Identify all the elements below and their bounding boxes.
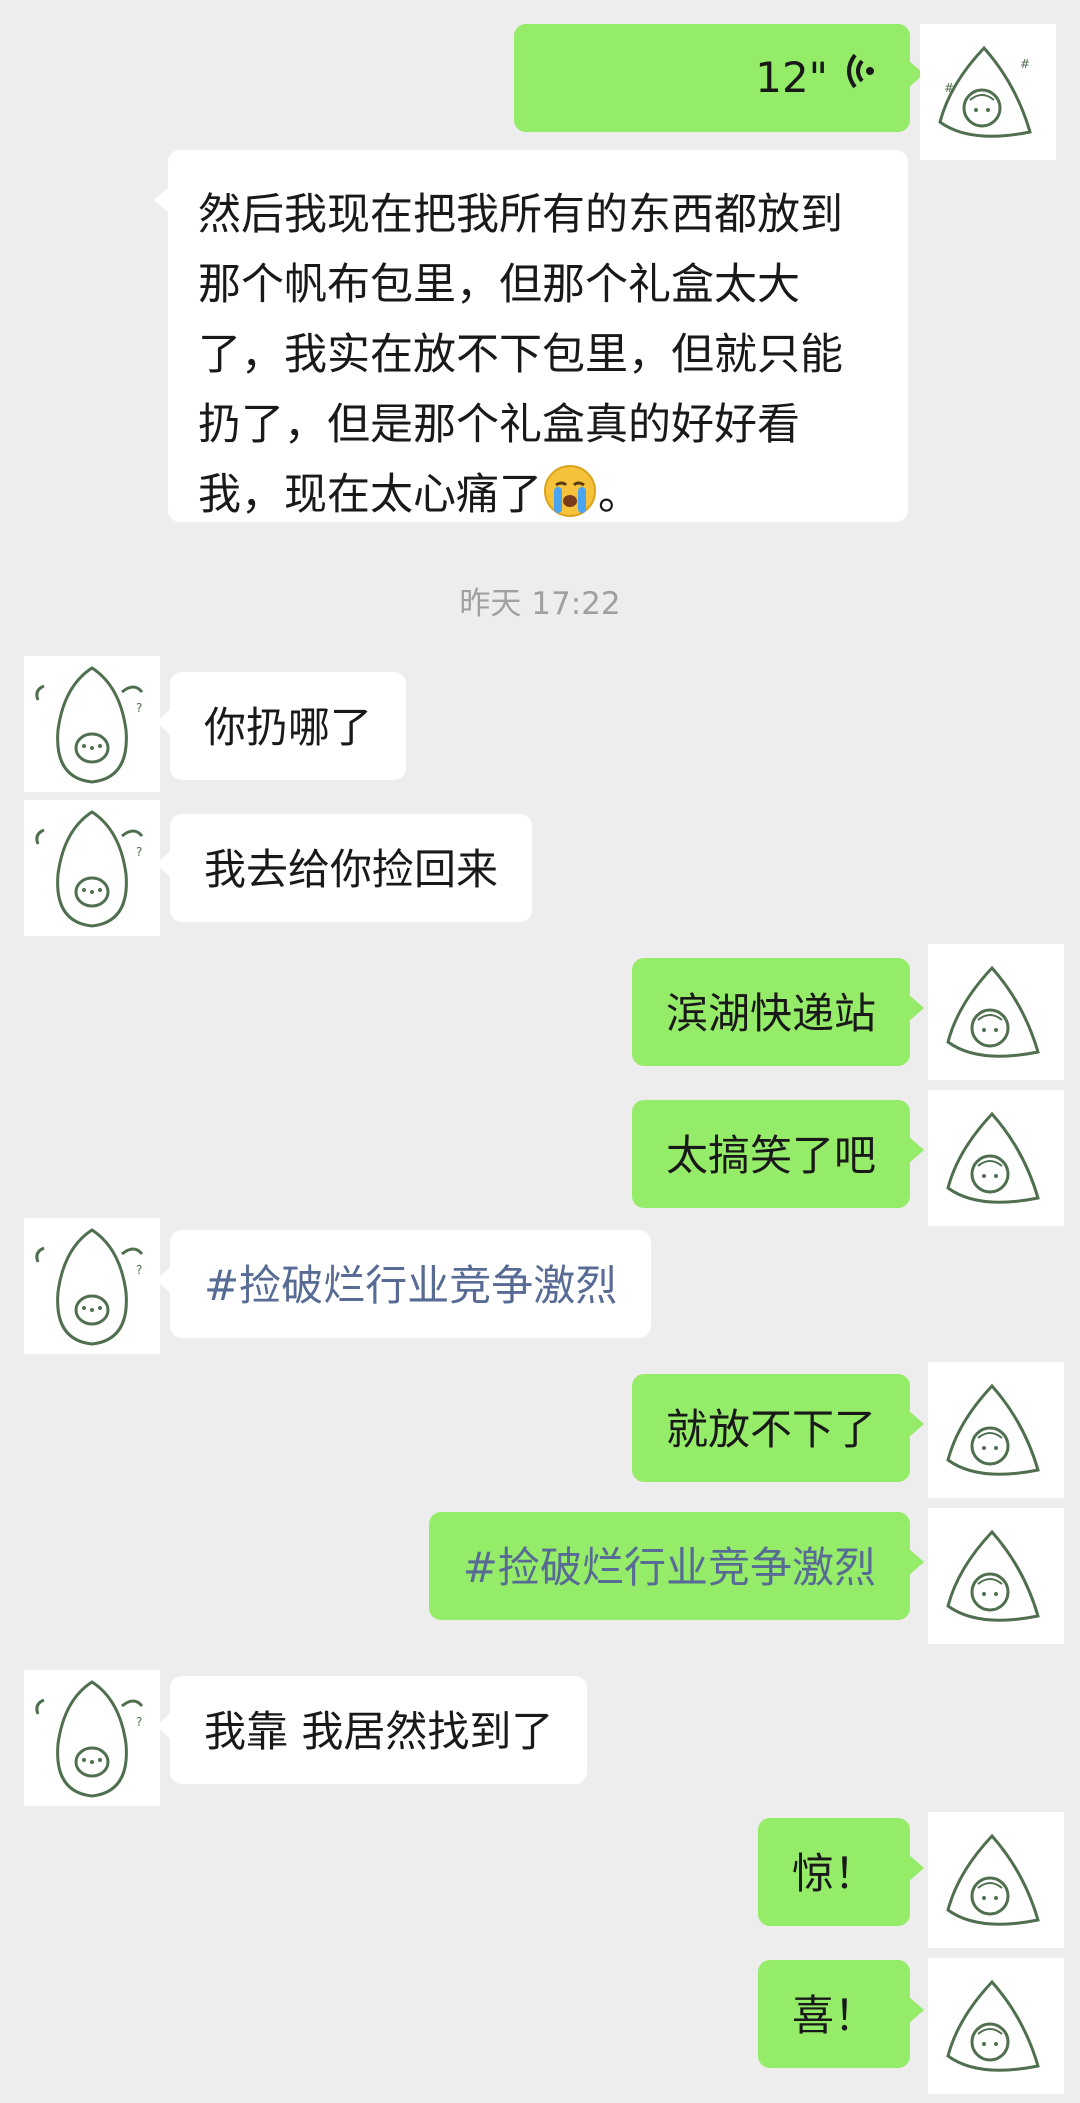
girl-hood-avatar-icon (946, 1529, 1040, 1622)
incoming-avatar[interactable]: ? (24, 1218, 160, 1354)
message-bubble[interactable]: 就放不下了 (631, 1374, 925, 1482)
outgoing-avatar[interactable] (928, 1812, 1064, 1948)
avocado-avatar-icon: ? (35, 1680, 144, 1798)
message-bubble[interactable]: 我去给你捡回来 (155, 814, 533, 922)
outgoing-avatar[interactable]: # # (920, 24, 1056, 160)
message-bubble-long[interactable]: 然后我现在把我所有的东西都放到那个帆布包里，但那个礼盒太大了，我实在放不下包里，… (154, 150, 908, 522)
message-text: 你扔哪了 (204, 703, 373, 752)
outgoing-avatar[interactable] (928, 1362, 1064, 1498)
incoming-avatar[interactable]: ? (24, 800, 160, 936)
message-bubble[interactable]: 太搞笑了吧 (631, 1100, 925, 1208)
outgoing-avatar[interactable] (928, 1090, 1064, 1226)
voice-wave-icon (846, 50, 876, 106)
message-bubble[interactable]: 滨湖快递站 (631, 958, 925, 1066)
svg-text:?: ? (136, 1263, 142, 1277)
voice-message-bubble[interactable]: 12" (514, 24, 924, 132)
svg-text:?: ? (136, 701, 142, 715)
hashtag-bubble[interactable]: #捡破烂行业竞争激烈 (428, 1512, 925, 1620)
message-text: 太搞笑了吧 (665, 1131, 876, 1180)
svg-text:#: # (944, 81, 954, 95)
message-text-end: 。 (598, 470, 641, 520)
message-text: 就放不下了 (665, 1405, 876, 1454)
message-text: 我靠 我居然找到了 (204, 1707, 554, 1756)
message-text: 喜！ (791, 1991, 876, 2040)
girl-hood-avatar-icon (946, 1833, 1040, 1926)
girl-hood-avatar-icon: # # (938, 45, 1032, 138)
timestamp: 昨天 17:22 (459, 586, 621, 622)
message-bubble[interactable]: 我靠 我居然找到了 (155, 1676, 588, 1784)
incoming-avatar[interactable]: ? (24, 1670, 160, 1806)
message-text: 滨湖快递站 (665, 989, 876, 1038)
girl-hood-avatar-icon (946, 1111, 1040, 1204)
hashtag-link[interactable]: #捡破烂行业竞争激烈 (204, 1261, 617, 1310)
outgoing-avatar[interactable] (928, 1508, 1064, 1644)
girl-hood-avatar-icon (946, 1383, 1040, 1476)
girl-hood-avatar-icon (946, 1979, 1040, 2072)
hashtag-link[interactable]: #捡破烂行业竞争激烈 (463, 1543, 876, 1592)
incoming-avatar[interactable]: ? (24, 656, 160, 792)
message-bubble[interactable]: 喜！ (757, 1960, 925, 2068)
message-text: 惊！ (791, 1849, 876, 1898)
outgoing-avatar[interactable] (928, 1958, 1064, 2094)
message-bubble[interactable]: 惊！ (757, 1818, 925, 1926)
voice-duration: 12" (755, 53, 828, 102)
svg-text:?: ? (136, 845, 142, 859)
message-bubble[interactable]: 你扔哪了 (155, 672, 407, 780)
hashtag-bubble[interactable]: #捡破烂行业竞争激烈 (155, 1230, 652, 1338)
outgoing-avatar[interactable] (928, 944, 1064, 1080)
avocado-avatar-icon: ? (35, 666, 144, 784)
crying-face-icon (542, 463, 598, 519)
message-text: 我去给你捡回来 (204, 845, 499, 894)
svg-text:#: # (1020, 57, 1030, 71)
avocado-avatar-icon: ? (35, 810, 144, 928)
girl-hood-avatar-icon (946, 965, 1040, 1058)
avocado-avatar-icon: ? (35, 1228, 144, 1346)
svg-text:?: ? (136, 1715, 142, 1729)
message-text: 然后我现在把我所有的东西都放到那个帆布包里，但那个礼盒太大了，我实在放不下包里，… (198, 190, 843, 520)
